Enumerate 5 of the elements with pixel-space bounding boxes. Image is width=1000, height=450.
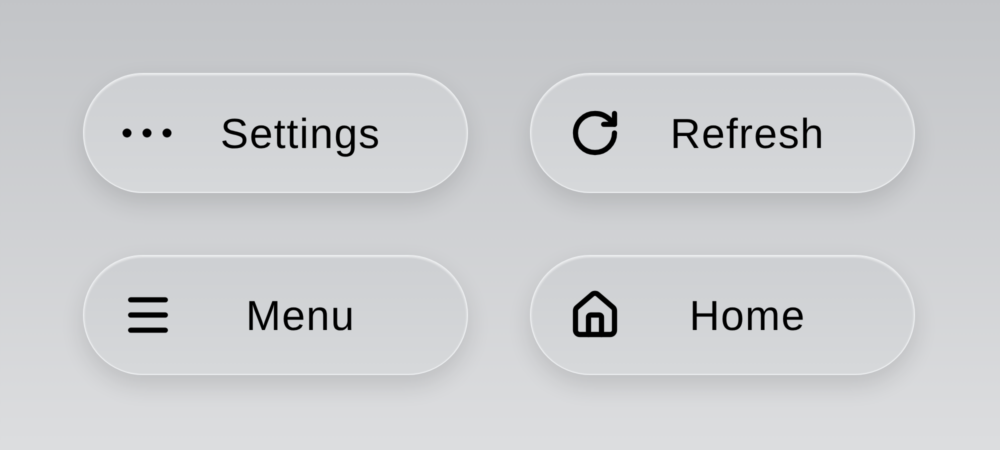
glass-button[interactable]: Settings xyxy=(83,73,468,193)
more-icon xyxy=(122,128,172,138)
glass-button[interactable]: Menu xyxy=(83,255,468,375)
glass-button[interactable]: Home xyxy=(530,255,915,375)
glass-button[interactable]: Refresh xyxy=(530,73,915,193)
